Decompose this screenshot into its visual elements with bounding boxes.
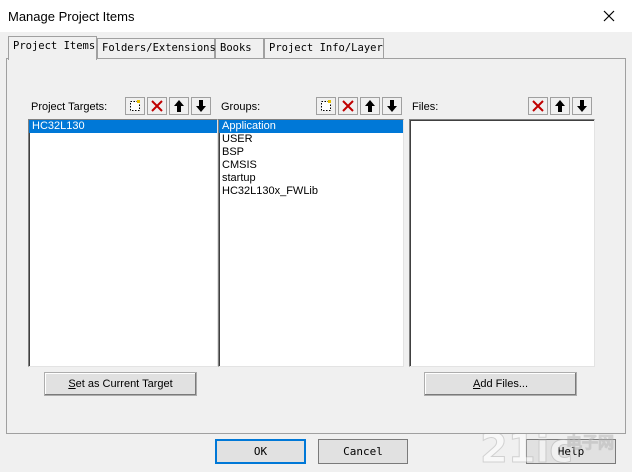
- delete-icon: [151, 100, 163, 112]
- targets-list[interactable]: HC32L130: [28, 119, 218, 367]
- delete-file-button[interactable]: [528, 97, 548, 115]
- new-group-button[interactable]: [316, 97, 336, 115]
- svg-text:电子网: 电子网: [566, 433, 614, 452]
- list-item[interactable]: HC32L130: [29, 120, 217, 133]
- tab-panel: Project Targets: HC32L130 Groups: Applic…: [6, 58, 626, 434]
- close-icon: [603, 10, 615, 22]
- button-label: et as Current Target: [75, 378, 173, 390]
- move-file-up-button[interactable]: [550, 97, 570, 115]
- tab-books[interactable]: Books: [215, 38, 264, 58]
- arrow-down-icon: [387, 100, 397, 112]
- files-header: Files:: [409, 96, 595, 116]
- button-mnemonic: A: [472, 378, 481, 390]
- delete-icon: [532, 100, 544, 112]
- tab-label: Books: [220, 42, 252, 54]
- arrow-down-icon: [577, 100, 587, 112]
- arrow-up-icon: [365, 100, 375, 112]
- list-item[interactable]: BSP: [219, 146, 403, 159]
- move-file-down-button[interactable]: [572, 97, 592, 115]
- tab-label: Folders/Extensions: [102, 42, 216, 54]
- delete-target-button[interactable]: [147, 97, 167, 115]
- new-target-button[interactable]: [125, 97, 145, 115]
- button-mnemonic: S: [68, 378, 76, 390]
- list-item[interactable]: Application: [219, 120, 403, 133]
- arrow-up-icon: [174, 100, 184, 112]
- files-label: Files:: [412, 101, 439, 113]
- move-group-down-button[interactable]: [382, 97, 402, 115]
- arrow-down-icon: [196, 100, 206, 112]
- set-current-target-button[interactable]: Set as Current Target: [44, 372, 197, 396]
- list-item[interactable]: USER: [219, 133, 403, 146]
- cancel-button[interactable]: Cancel: [318, 439, 408, 464]
- arrow-up-icon: [555, 100, 565, 112]
- delete-icon: [342, 100, 354, 112]
- ok-button[interactable]: OK: [215, 439, 306, 464]
- close-button[interactable]: [598, 6, 620, 26]
- move-group-up-button[interactable]: [360, 97, 380, 115]
- tab-project-items[interactable]: Project Items: [8, 36, 97, 60]
- tab-label: Project Items: [13, 40, 96, 52]
- window-title: Manage Project Items: [8, 9, 135, 24]
- groups-list[interactable]: Application USER BSP CMSIS startup HC32L…: [218, 119, 404, 367]
- list-item[interactable]: HC32L130x_FWLib: [219, 185, 403, 198]
- files-list[interactable]: [409, 119, 595, 367]
- button-label: OK: [253, 445, 268, 458]
- delete-group-button[interactable]: [338, 97, 358, 115]
- new-item-icon: [321, 100, 331, 111]
- list-item[interactable]: CMSIS: [219, 159, 403, 172]
- title-bar: Manage Project Items: [0, 0, 632, 32]
- groups-label: Groups:: [221, 101, 261, 113]
- add-files-button[interactable]: Add Files...: [424, 372, 577, 396]
- tab-folders-extensions[interactable]: Folders/Extensions: [97, 38, 216, 58]
- targets-label: Project Targets:: [31, 101, 108, 113]
- tab-label: Project Info/Layer: [269, 42, 383, 54]
- tab-project-info-layer[interactable]: Project Info/Layer: [264, 38, 384, 58]
- button-label: dd Files...: [480, 378, 529, 390]
- move-target-up-button[interactable]: [169, 97, 189, 115]
- new-item-icon: [130, 100, 140, 111]
- targets-header: Project Targets:: [28, 96, 218, 116]
- groups-header: Groups:: [218, 96, 404, 116]
- move-target-down-button[interactable]: [191, 97, 211, 115]
- button-label: Cancel: [343, 445, 383, 458]
- list-item[interactable]: startup: [219, 172, 403, 185]
